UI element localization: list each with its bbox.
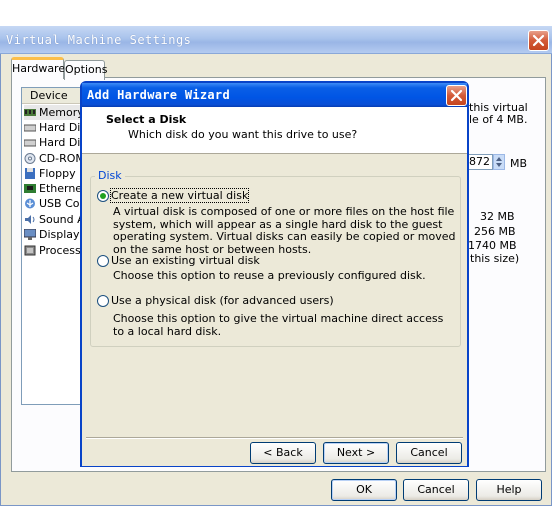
use-existing-disk-radio[interactable] [97, 255, 109, 267]
memory-spinner[interactable] [493, 154, 505, 170]
vm-settings-close-button[interactable] [528, 30, 549, 51]
disk-group-label: Disk [95, 169, 125, 182]
processor-icon [24, 245, 36, 256]
memory-unit-label: MB [510, 157, 528, 170]
cdrom-icon [24, 153, 36, 164]
back-button[interactable]: < Back [250, 442, 316, 464]
device-row-display[interactable]: Display [23, 227, 80, 242]
device-label: CD-ROM [39, 152, 85, 165]
use-existing-disk-description: Choose this option to reuse a previously… [113, 269, 426, 282]
close-icon [450, 89, 463, 102]
device-column-header[interactable]: Device [22, 88, 83, 104]
memory-info-text-2: le of 4 MB. [469, 113, 528, 126]
device-label: Display [39, 228, 80, 241]
usb-icon [24, 198, 36, 209]
wizard-heading: Select a Disk [106, 113, 187, 126]
spinner-arrows-icon [496, 157, 502, 167]
vm-settings-title: Virtual Machine Settings [6, 33, 192, 47]
create-new-disk-description: A virtual disk is composed of one or mor… [113, 205, 456, 256]
create-new-disk-radio[interactable] [97, 190, 109, 202]
memory-value-1: 32 MB [480, 210, 515, 223]
tab-options[interactable]: Options [64, 60, 107, 80]
memory-value-3: 1740 MB [468, 239, 517, 252]
hard-disk-icon [23, 122, 37, 133]
wizard-cancel-button[interactable]: Cancel [396, 442, 462, 464]
floppy-icon [24, 168, 36, 179]
display-icon [23, 228, 37, 240]
next-button[interactable]: Next > [323, 442, 389, 464]
use-physical-disk-description: Choose this option to give the virtual m… [113, 312, 444, 338]
radio-selected-dot [100, 193, 106, 199]
help-button[interactable]: Help [476, 479, 542, 501]
wizard-close-button[interactable] [446, 85, 467, 106]
device-row-usb[interactable]: USB Con [24, 196, 86, 211]
wizard-title: Add Hardware Wizard [87, 88, 230, 102]
device-row-floppy[interactable]: Floppy [24, 166, 76, 181]
use-physical-disk-label[interactable]: Use a physical disk (for advanced users) [111, 294, 334, 307]
ok-button[interactable]: OK [331, 479, 397, 501]
device-label: Floppy [39, 167, 76, 180]
cancel-button[interactable]: Cancel [403, 479, 469, 501]
create-new-disk-label[interactable]: Create a new virtual disk [109, 188, 250, 203]
wizard-subheading: Which disk do you want this drive to use… [128, 128, 358, 141]
device-row-processor[interactable]: Processo [24, 243, 87, 258]
device-row-memory[interactable]: Memory [24, 105, 84, 120]
memory-icon [24, 107, 36, 118]
memory-size-input[interactable]: 872 [468, 154, 493, 170]
memory-value-2: 256 MB [474, 225, 516, 238]
use-physical-disk-radio[interactable] [97, 295, 109, 307]
ethernet-icon [24, 183, 36, 194]
device-label: Memory [39, 106, 84, 119]
close-icon [532, 34, 545, 47]
memory-value-4: this size) [470, 252, 520, 265]
device-row-ethernet[interactable]: Ethernet [24, 181, 86, 196]
hard-disk-icon [23, 137, 37, 148]
sound-icon [24, 214, 36, 225]
device-row-cdrom[interactable]: CD-ROM [24, 151, 85, 166]
use-existing-disk-label[interactable]: Use an existing virtual disk [111, 254, 260, 267]
tab-hardware[interactable]: Hardware [11, 57, 65, 79]
